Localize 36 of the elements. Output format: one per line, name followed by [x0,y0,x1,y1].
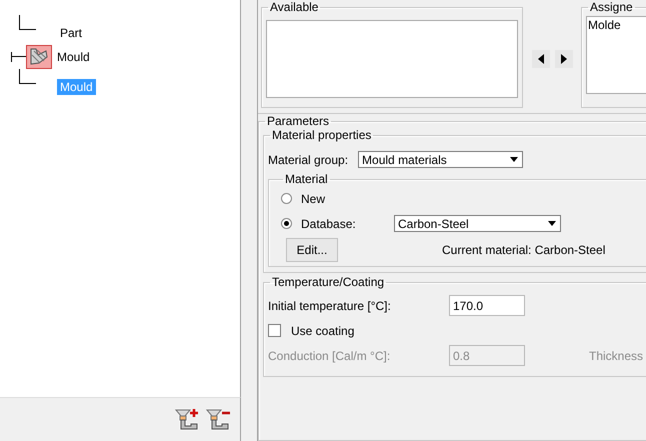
material-group-dropdown[interactable]: Mould materials [358,151,524,168]
list-item[interactable]: Molde [587,17,646,33]
field-label: Material group: [268,152,348,166]
group-title: Material [284,172,329,186]
right-arrow-icon [561,54,567,64]
tree-connector [19,69,36,84]
left-arrow-icon [538,54,544,64]
group-title: Parameters [266,114,330,128]
radio-button[interactable] [281,193,292,204]
move-left-button[interactable] [532,50,550,68]
remove-gate-icon[interactable] [206,408,232,432]
material-dropdown[interactable]: Carbon-Steel [394,215,561,232]
radio-label: New [301,192,326,206]
checkbox[interactable] [268,324,281,337]
current-material-text: Current material: Carbon-Steel [442,243,606,257]
mould-icon [26,44,52,68]
field-label: Conduction [Cal/m °C]: [268,348,392,362]
checkbox-label: Use coating [291,324,354,338]
group-title: Assigne [589,0,634,14]
add-gate-icon[interactable] [175,408,201,432]
edit-button[interactable]: Edit... [286,238,338,262]
field-label: Thickness [589,348,644,362]
tree-connector [19,15,36,30]
assigned-list[interactable]: Molde [586,16,646,94]
group-title: Material properties [271,128,372,142]
move-right-button[interactable] [555,50,573,68]
dropdown-arrow-icon [510,157,518,162]
radio-label: Database: [301,216,356,230]
field-label: Initial temperature [°C]: [268,298,392,312]
tree-item[interactable]: Mould [54,48,93,64]
group-title: Available [269,0,320,14]
dropdown-arrow-icon [548,221,556,226]
temperature-input[interactable]: 170.0 [449,295,525,316]
radio-button[interactable] [281,218,292,229]
group-title: Temperature/Coating [271,275,386,289]
tree-item[interactable]: Part [57,24,86,40]
